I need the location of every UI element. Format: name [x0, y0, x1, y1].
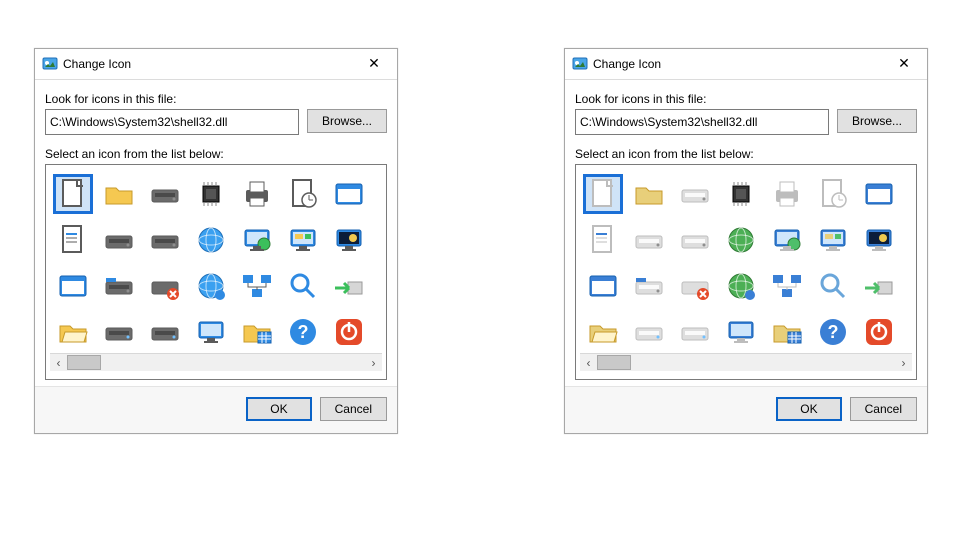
floppy-icon[interactable]	[626, 217, 672, 263]
window-icon[interactable]	[326, 171, 372, 217]
network-share-icon[interactable]	[764, 263, 810, 309]
ok-button[interactable]: OK	[246, 397, 311, 421]
magnifier-icon[interactable]	[280, 263, 326, 309]
dialog-title: Change Icon	[593, 57, 887, 71]
import-arrow-icon[interactable]	[326, 263, 372, 309]
drive-label-icon[interactable]	[626, 263, 672, 309]
printer-icon[interactable]	[764, 171, 810, 217]
power-circle-icon[interactable]	[856, 309, 902, 353]
folder-open-icon[interactable]	[50, 309, 96, 353]
chip-icon[interactable]	[718, 171, 764, 217]
horizontal-scrollbar[interactable]: ‹ ›	[50, 353, 382, 371]
scroll-thumb[interactable]	[67, 355, 101, 370]
titlebar-icon	[571, 55, 589, 73]
help-circle-icon[interactable]: ?	[280, 309, 326, 353]
printer-icon[interactable]	[234, 171, 280, 217]
icon-file-path-input[interactable]	[45, 109, 299, 135]
cd-drive-icon[interactable]	[142, 309, 188, 353]
folder-icon[interactable]	[626, 171, 672, 217]
drive-alt-icon[interactable]	[672, 217, 718, 263]
scroll-right-icon[interactable]: ›	[895, 354, 912, 371]
chip-icon[interactable]	[188, 171, 234, 217]
display-settings-icon[interactable]	[280, 217, 326, 263]
import-arrow-icon[interactable]	[856, 263, 902, 309]
svg-text:?: ?	[298, 322, 309, 342]
cd-drive-icon[interactable]	[672, 309, 718, 353]
clock-document-icon[interactable]	[810, 171, 856, 217]
help-circle-icon[interactable]: ?	[810, 309, 856, 353]
globe-icon[interactable]	[188, 217, 234, 263]
clock-document-icon[interactable]	[280, 171, 326, 217]
floppy-icon[interactable]	[96, 217, 142, 263]
monitor-globe-icon[interactable]	[764, 217, 810, 263]
close-icon[interactable]: ✕	[357, 53, 391, 75]
titlebar[interactable]: Change Icon ✕	[565, 49, 927, 80]
select-icon-label: Select an icon from the list below:	[45, 147, 387, 161]
browse-button[interactable]: Browse...	[837, 109, 917, 133]
look-for-label: Look for icons in this file:	[575, 92, 917, 106]
icon-list: ? ‹ ›	[45, 164, 387, 380]
display-settings-icon[interactable]	[810, 217, 856, 263]
scroll-left-icon[interactable]: ‹	[50, 354, 67, 371]
drive-icon[interactable]	[672, 171, 718, 217]
drive-alt-icon[interactable]	[142, 217, 188, 263]
cancel-button[interactable]: Cancel	[850, 397, 917, 421]
monitor-globe-icon[interactable]	[234, 217, 280, 263]
change-icon-dialog: Change Icon ✕ Look for icons in this fil…	[34, 48, 398, 434]
dialog-title: Change Icon	[63, 57, 357, 71]
drive-remove-icon[interactable]	[672, 263, 718, 309]
dvd-drive-icon[interactable]	[626, 309, 672, 353]
horizontal-scrollbar[interactable]: ‹ ›	[580, 353, 912, 371]
drive-remove-icon[interactable]	[142, 263, 188, 309]
close-icon[interactable]: ✕	[887, 53, 921, 75]
folder-icon[interactable]	[96, 171, 142, 217]
icon-file-path-input[interactable]	[575, 109, 829, 135]
network-share-icon[interactable]	[234, 263, 280, 309]
cancel-button[interactable]: Cancel	[320, 397, 387, 421]
drive-icon[interactable]	[142, 171, 188, 217]
titlebar[interactable]: Change Icon ✕	[35, 49, 397, 80]
change-icon-dialog: Change Icon ✕ Look for icons in this fil…	[564, 48, 928, 434]
folder-grid-icon[interactable]	[234, 309, 280, 353]
power-circle-icon[interactable]	[326, 309, 372, 353]
blank-document-icon[interactable]	[580, 171, 626, 217]
text-document-icon[interactable]	[580, 217, 626, 263]
network-globe-icon[interactable]	[718, 263, 764, 309]
window-alt-icon[interactable]	[580, 263, 626, 309]
browse-button[interactable]: Browse...	[307, 109, 387, 133]
icon-list: ? ‹ ›	[575, 164, 917, 380]
blank-document-icon[interactable]	[50, 171, 96, 217]
window-icon[interactable]	[856, 171, 902, 217]
monitor-icon[interactable]	[718, 309, 764, 353]
scroll-right-icon[interactable]: ›	[365, 354, 382, 371]
look-for-label: Look for icons in this file:	[45, 92, 387, 106]
scroll-left-icon[interactable]: ‹	[580, 354, 597, 371]
dvd-drive-icon[interactable]	[96, 309, 142, 353]
svg-text:?: ?	[828, 322, 839, 342]
drive-label-icon[interactable]	[96, 263, 142, 309]
folder-grid-icon[interactable]	[764, 309, 810, 353]
select-icon-label: Select an icon from the list below:	[575, 147, 917, 161]
magnifier-icon[interactable]	[810, 263, 856, 309]
window-alt-icon[interactable]	[50, 263, 96, 309]
screensaver-icon[interactable]	[856, 217, 902, 263]
network-globe-icon[interactable]	[188, 263, 234, 309]
scroll-thumb[interactable]	[597, 355, 631, 370]
globe-icon[interactable]	[718, 217, 764, 263]
monitor-icon[interactable]	[188, 309, 234, 353]
text-document-icon[interactable]	[50, 217, 96, 263]
ok-button[interactable]: OK	[776, 397, 841, 421]
folder-open-icon[interactable]	[580, 309, 626, 353]
titlebar-icon	[41, 55, 59, 73]
screensaver-icon[interactable]	[326, 217, 372, 263]
